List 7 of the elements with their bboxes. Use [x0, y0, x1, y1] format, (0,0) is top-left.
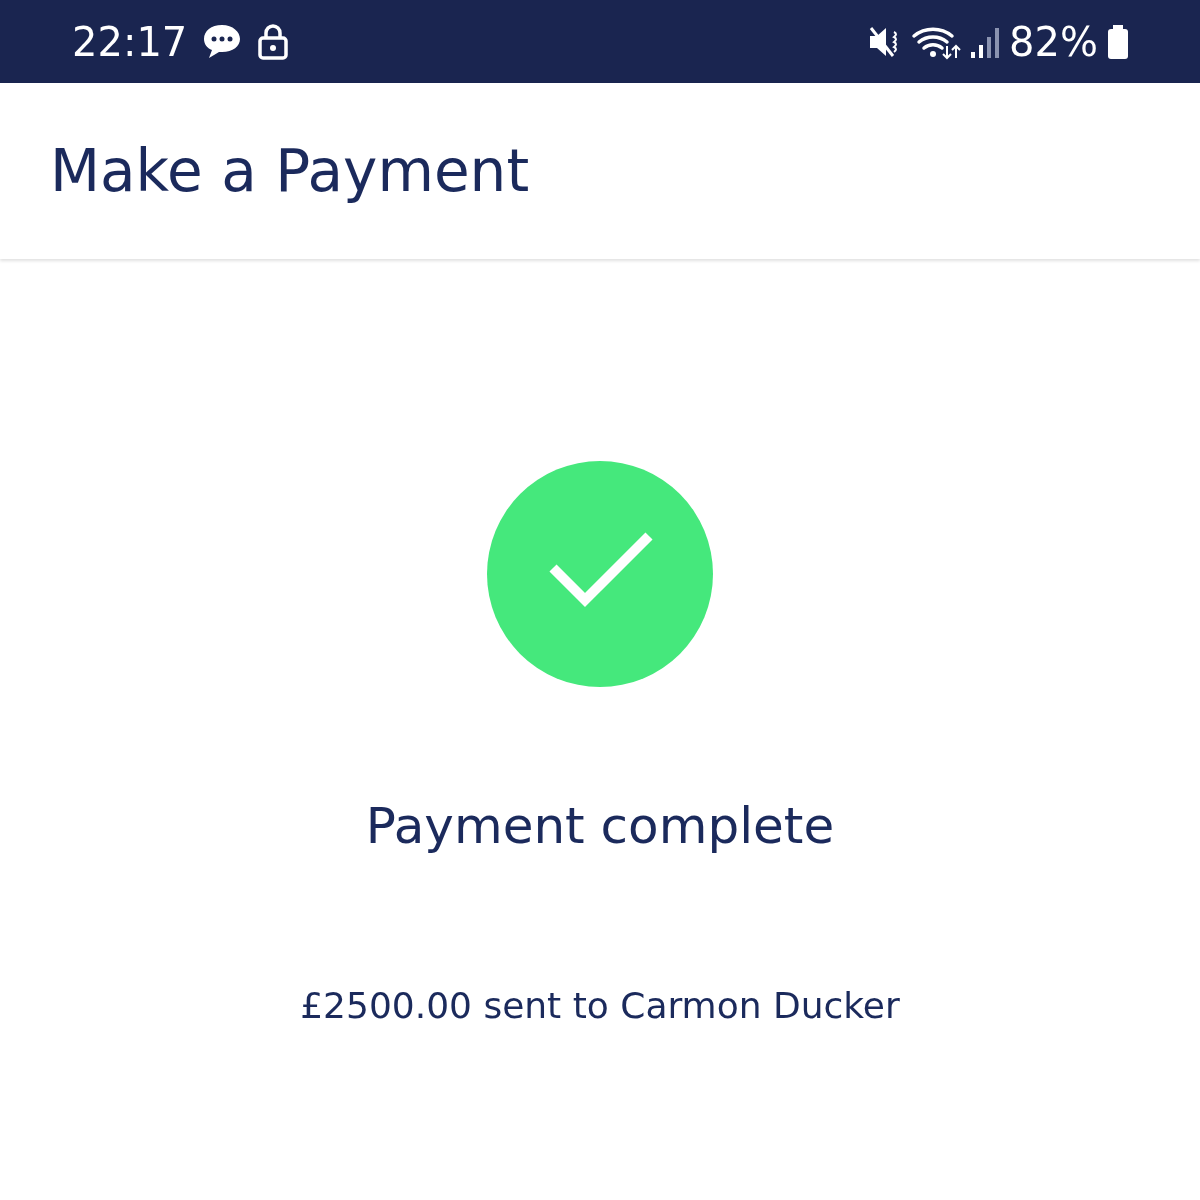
- battery-icon: [1106, 23, 1130, 60]
- status-time: 22:17: [72, 18, 188, 65]
- page-title: Make a Payment: [50, 137, 530, 205]
- battery-percent: 82%: [1009, 18, 1098, 65]
- result-title: Payment complete: [365, 797, 835, 855]
- result-message: £2500.00 sent to Carmon Ducker: [300, 985, 900, 1026]
- lock-icon: [257, 21, 290, 62]
